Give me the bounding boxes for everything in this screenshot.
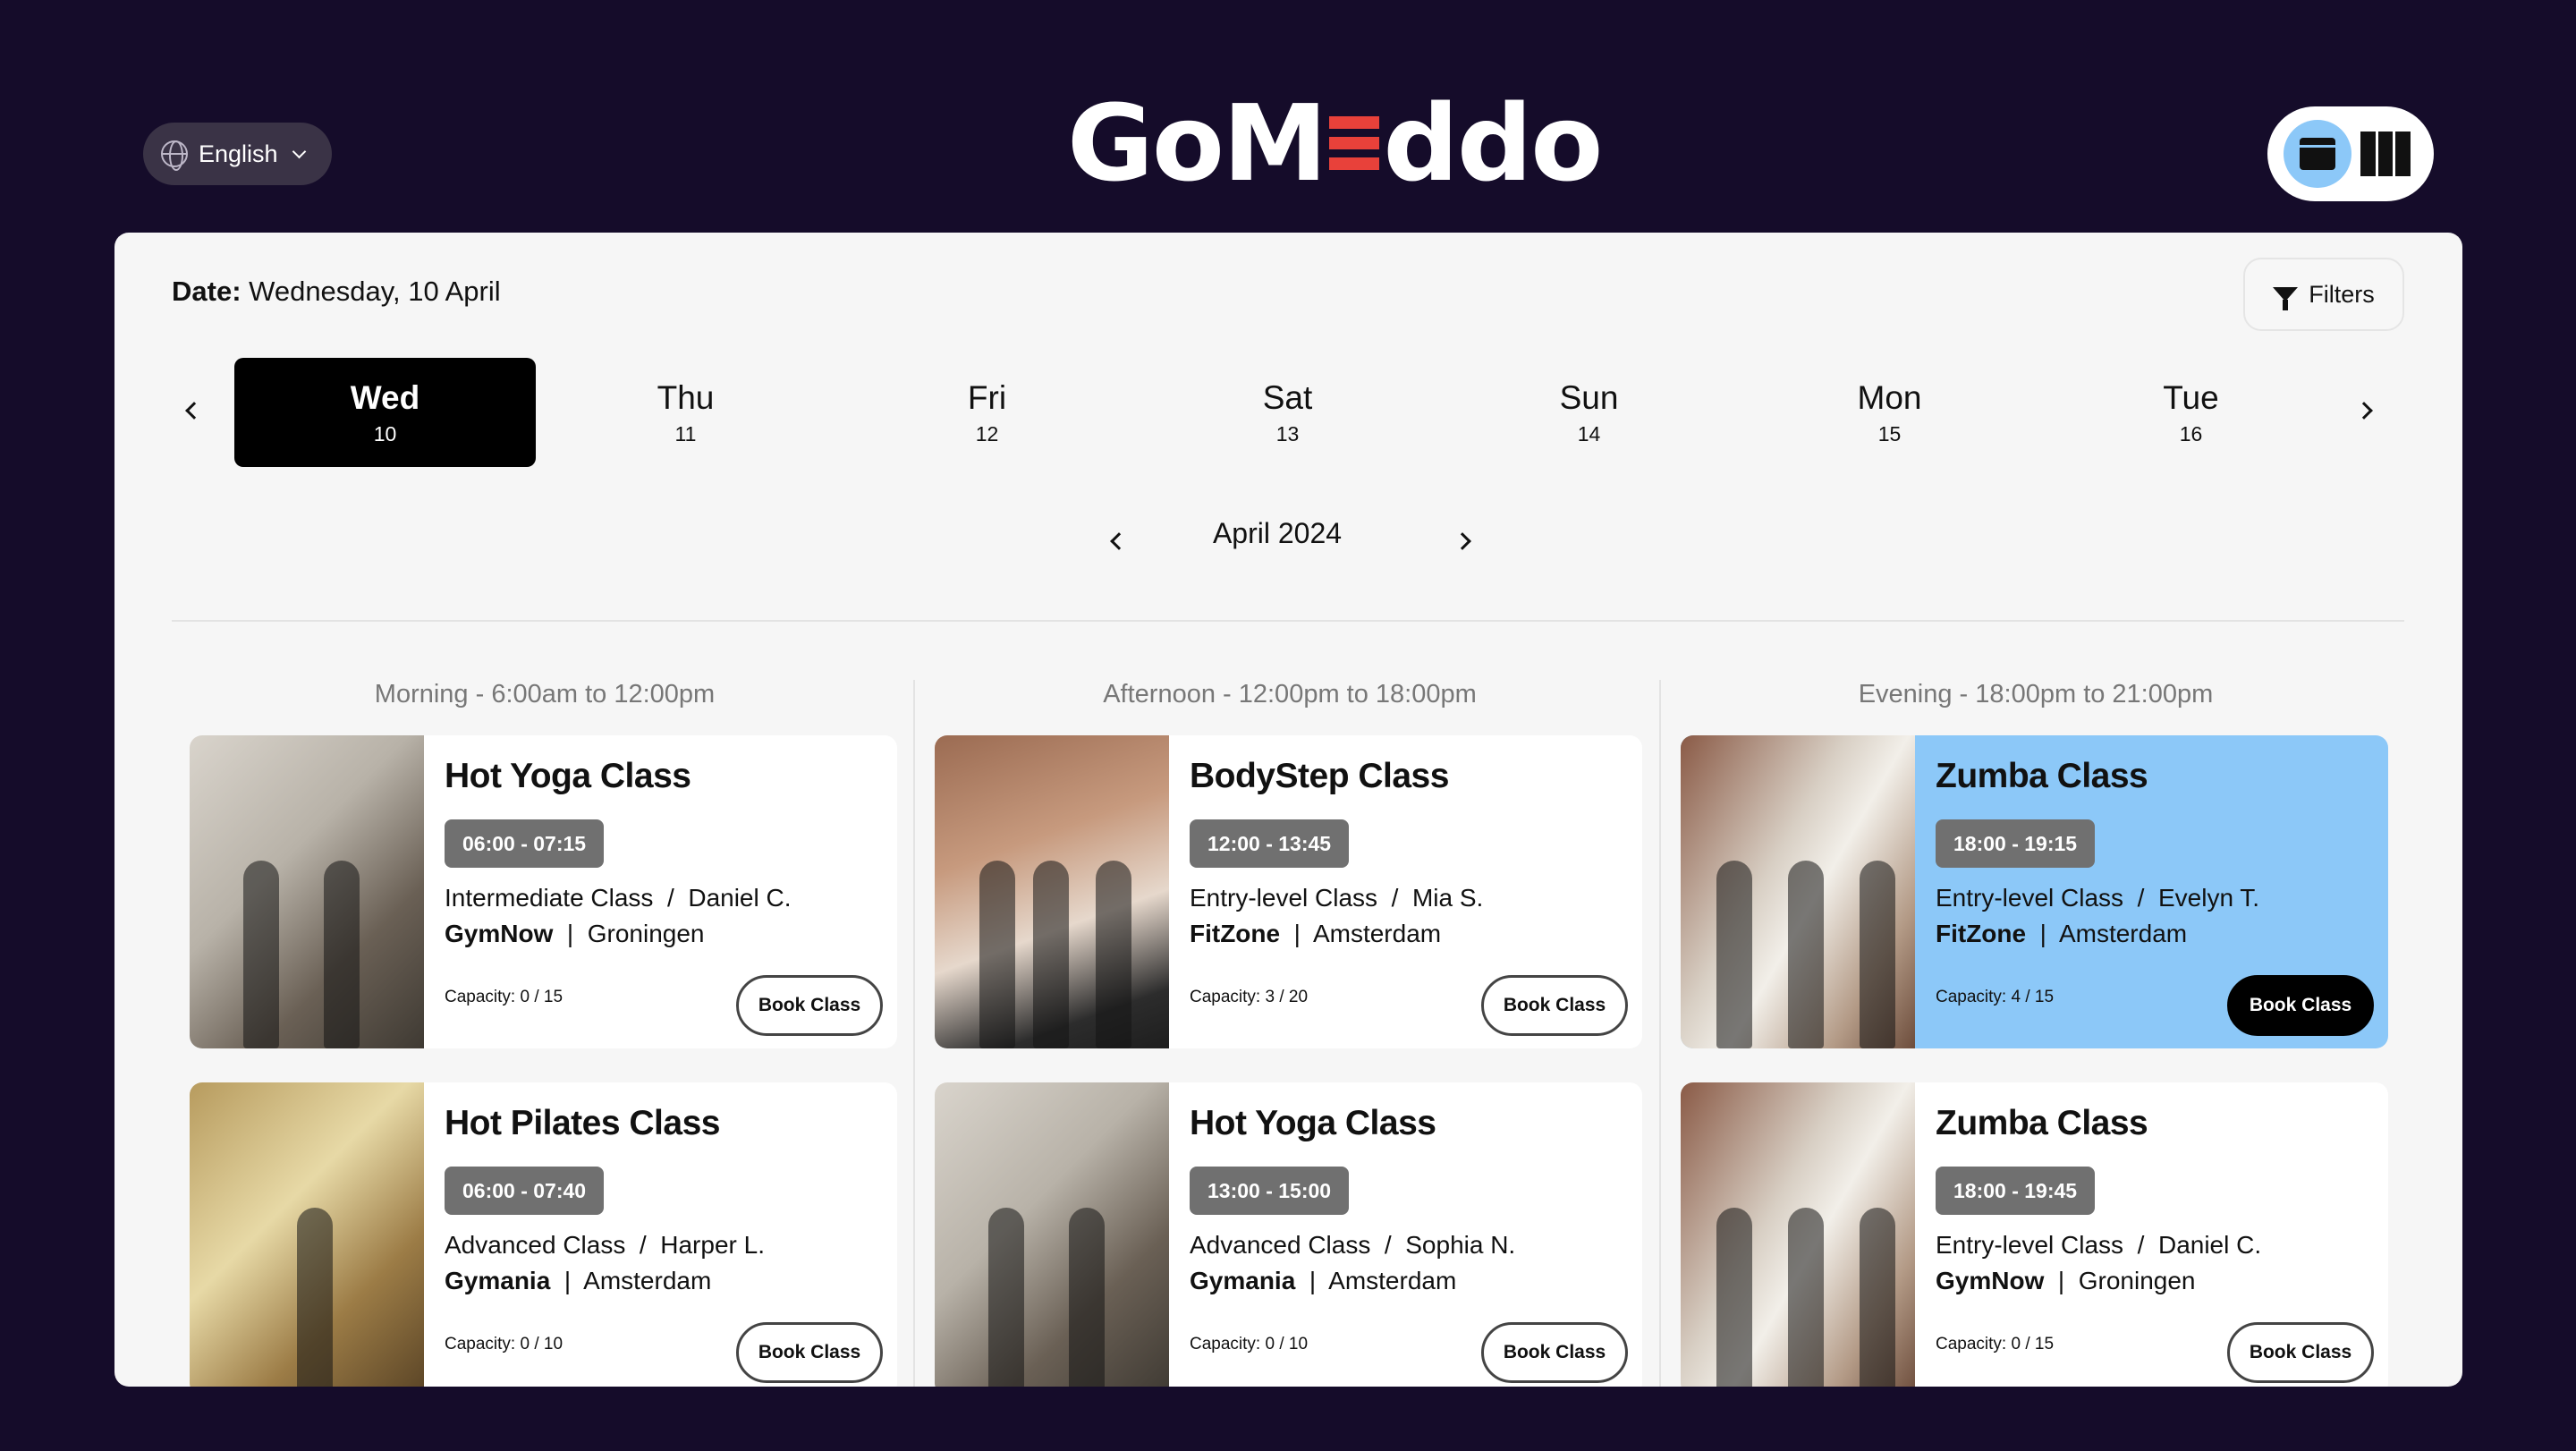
book-class-button[interactable]: Book Class xyxy=(2227,1322,2374,1383)
time-badge: 12:00 - 13:45 xyxy=(1190,819,1350,868)
class-photo xyxy=(1681,1082,1915,1387)
class-level-instructor: Advanced Class / Sophia N. xyxy=(1190,1231,1516,1259)
class-title: Hot Pilates Class xyxy=(445,1104,720,1142)
globe-icon xyxy=(161,140,188,171)
capacity: Capacity: 0 / 10 xyxy=(1190,1335,1309,1353)
class-level-instructor: Entry-level Class / Mia S. xyxy=(1190,884,1484,912)
evening-column: Evening - 18:00pm to 21:00pm Zumba Class… xyxy=(1663,680,2409,1387)
class-level-instructor: Entry-level Class / Evelyn T. xyxy=(1936,884,2260,912)
class-location: FitZone | Amsterdam xyxy=(1936,920,2188,947)
class-photo xyxy=(1681,735,1915,1048)
class-location: Gymania | Amsterdam xyxy=(445,1267,712,1294)
calendar-icon xyxy=(2300,138,2335,170)
map-icon xyxy=(2360,132,2376,176)
class-title: BodyStep Class xyxy=(1190,757,1449,795)
class-title: Zumba Class xyxy=(1936,1104,2148,1142)
time-badge: 18:00 - 19:45 xyxy=(1936,1167,2096,1215)
calendar-view-button[interactable] xyxy=(2284,120,2351,188)
day-fri[interactable]: Fri 12 xyxy=(836,358,1138,467)
class-card: Hot Yoga Class 13:00 - 15:00 Advanced Cl… xyxy=(935,1082,1642,1387)
class-card: BodyStep Class 12:00 - 13:45 Entry-level… xyxy=(935,735,1642,1048)
selected-date: Date: Wednesday, 10 April xyxy=(172,276,501,307)
class-title: Hot Yoga Class xyxy=(445,757,691,795)
capacity: Capacity: 0 / 10 xyxy=(445,1335,564,1353)
class-level-instructor: Advanced Class / Harper L. xyxy=(445,1231,765,1259)
gomeddo-logo: GoM ddo xyxy=(1067,81,1603,205)
capacity: Capacity: 4 / 15 xyxy=(1936,988,2055,1006)
class-level-instructor: Entry-level Class / Daniel C. xyxy=(1936,1231,2262,1259)
day-sun[interactable]: Sun 14 xyxy=(1438,358,1740,467)
class-location: GymNow | Groningen xyxy=(1936,1267,2196,1294)
time-badge: 06:00 - 07:40 xyxy=(445,1167,605,1215)
time-badge: 18:00 - 19:15 xyxy=(1936,819,2096,868)
schedule-panel: Date: Wednesday, 10 April Filters Wed 10 … xyxy=(114,233,2462,1387)
class-location: GymNow | Groningen xyxy=(445,920,705,947)
time-badge: 06:00 - 07:15 xyxy=(445,819,605,868)
class-location: FitZone | Amsterdam xyxy=(1190,920,1442,947)
filter-icon xyxy=(2273,287,2299,310)
class-title: Zumba Class xyxy=(1936,757,2148,795)
class-card: Hot Pilates Class 06:00 - 07:40 Advanced… xyxy=(190,1082,897,1387)
class-location: Gymania | Amsterdam xyxy=(1190,1267,1457,1294)
day-thu[interactable]: Thu 11 xyxy=(535,358,836,467)
time-badge: 13:00 - 15:00 xyxy=(1190,1167,1350,1215)
day-wed[interactable]: Wed 10 xyxy=(234,358,536,467)
month-label: April 2024 xyxy=(1212,517,1343,549)
column-title: Afternoon - 12:00pm to 18:00pm xyxy=(1103,680,1477,709)
class-photo xyxy=(190,735,424,1048)
next-week-button[interactable] xyxy=(2355,402,2373,420)
language-label: English xyxy=(199,140,278,167)
morning-column: Morning - 6:00am to 12:00pm Hot Yoga Cla… xyxy=(172,680,918,1387)
day-sat[interactable]: Sat 13 xyxy=(1137,358,1438,467)
divider xyxy=(172,620,2404,622)
class-card: Zumba Class 18:00 - 19:15 Entry-level Cl… xyxy=(1681,735,2388,1048)
class-level-instructor: Intermediate Class / Daniel C. xyxy=(445,884,792,912)
class-card: Zumba Class 18:00 - 19:45 Entry-level Cl… xyxy=(1681,1082,2388,1387)
map-view-button[interactable] xyxy=(2360,132,2411,176)
column-title: Evening - 18:00pm to 21:00pm xyxy=(1858,680,2214,709)
book-class-button[interactable]: Book Class xyxy=(1481,1322,1628,1383)
chevron-down-icon xyxy=(292,144,306,158)
capacity: Capacity: 0 / 15 xyxy=(445,988,564,1006)
class-photo xyxy=(935,1082,1169,1387)
book-class-button[interactable]: Book Class xyxy=(736,975,883,1036)
filters-button[interactable]: Filters xyxy=(2243,258,2404,331)
class-photo xyxy=(190,1082,424,1387)
book-class-button[interactable]: Book Class xyxy=(1481,975,1628,1036)
prev-week-button[interactable] xyxy=(185,402,203,420)
column-title: Morning - 6:00am to 12:00pm xyxy=(374,680,716,709)
language-selector[interactable]: English xyxy=(143,123,332,185)
view-toggle xyxy=(2267,106,2434,201)
book-class-button[interactable]: Book Class xyxy=(736,1322,883,1383)
day-tue[interactable]: Tue 16 xyxy=(2040,358,2342,467)
capacity: Capacity: 0 / 15 xyxy=(1936,1335,2055,1353)
class-card: Hot Yoga Class 06:00 - 07:15 Intermediat… xyxy=(190,735,897,1048)
book-class-button[interactable]: Book Class xyxy=(2227,975,2374,1036)
day-mon[interactable]: Mon 15 xyxy=(1739,358,2040,467)
afternoon-column: Afternoon - 12:00pm to 18:00pm BodyStep … xyxy=(917,680,1663,1387)
class-photo xyxy=(935,735,1169,1048)
capacity: Capacity: 3 / 20 xyxy=(1190,988,1309,1006)
class-title: Hot Yoga Class xyxy=(1190,1104,1436,1142)
day-selector: Wed 10 Thu 11 Fri 12 Sat 13 Sun 14 Mon 15 Tue 1… xyxy=(114,358,2462,469)
next-month-button[interactable] xyxy=(1453,532,1471,550)
